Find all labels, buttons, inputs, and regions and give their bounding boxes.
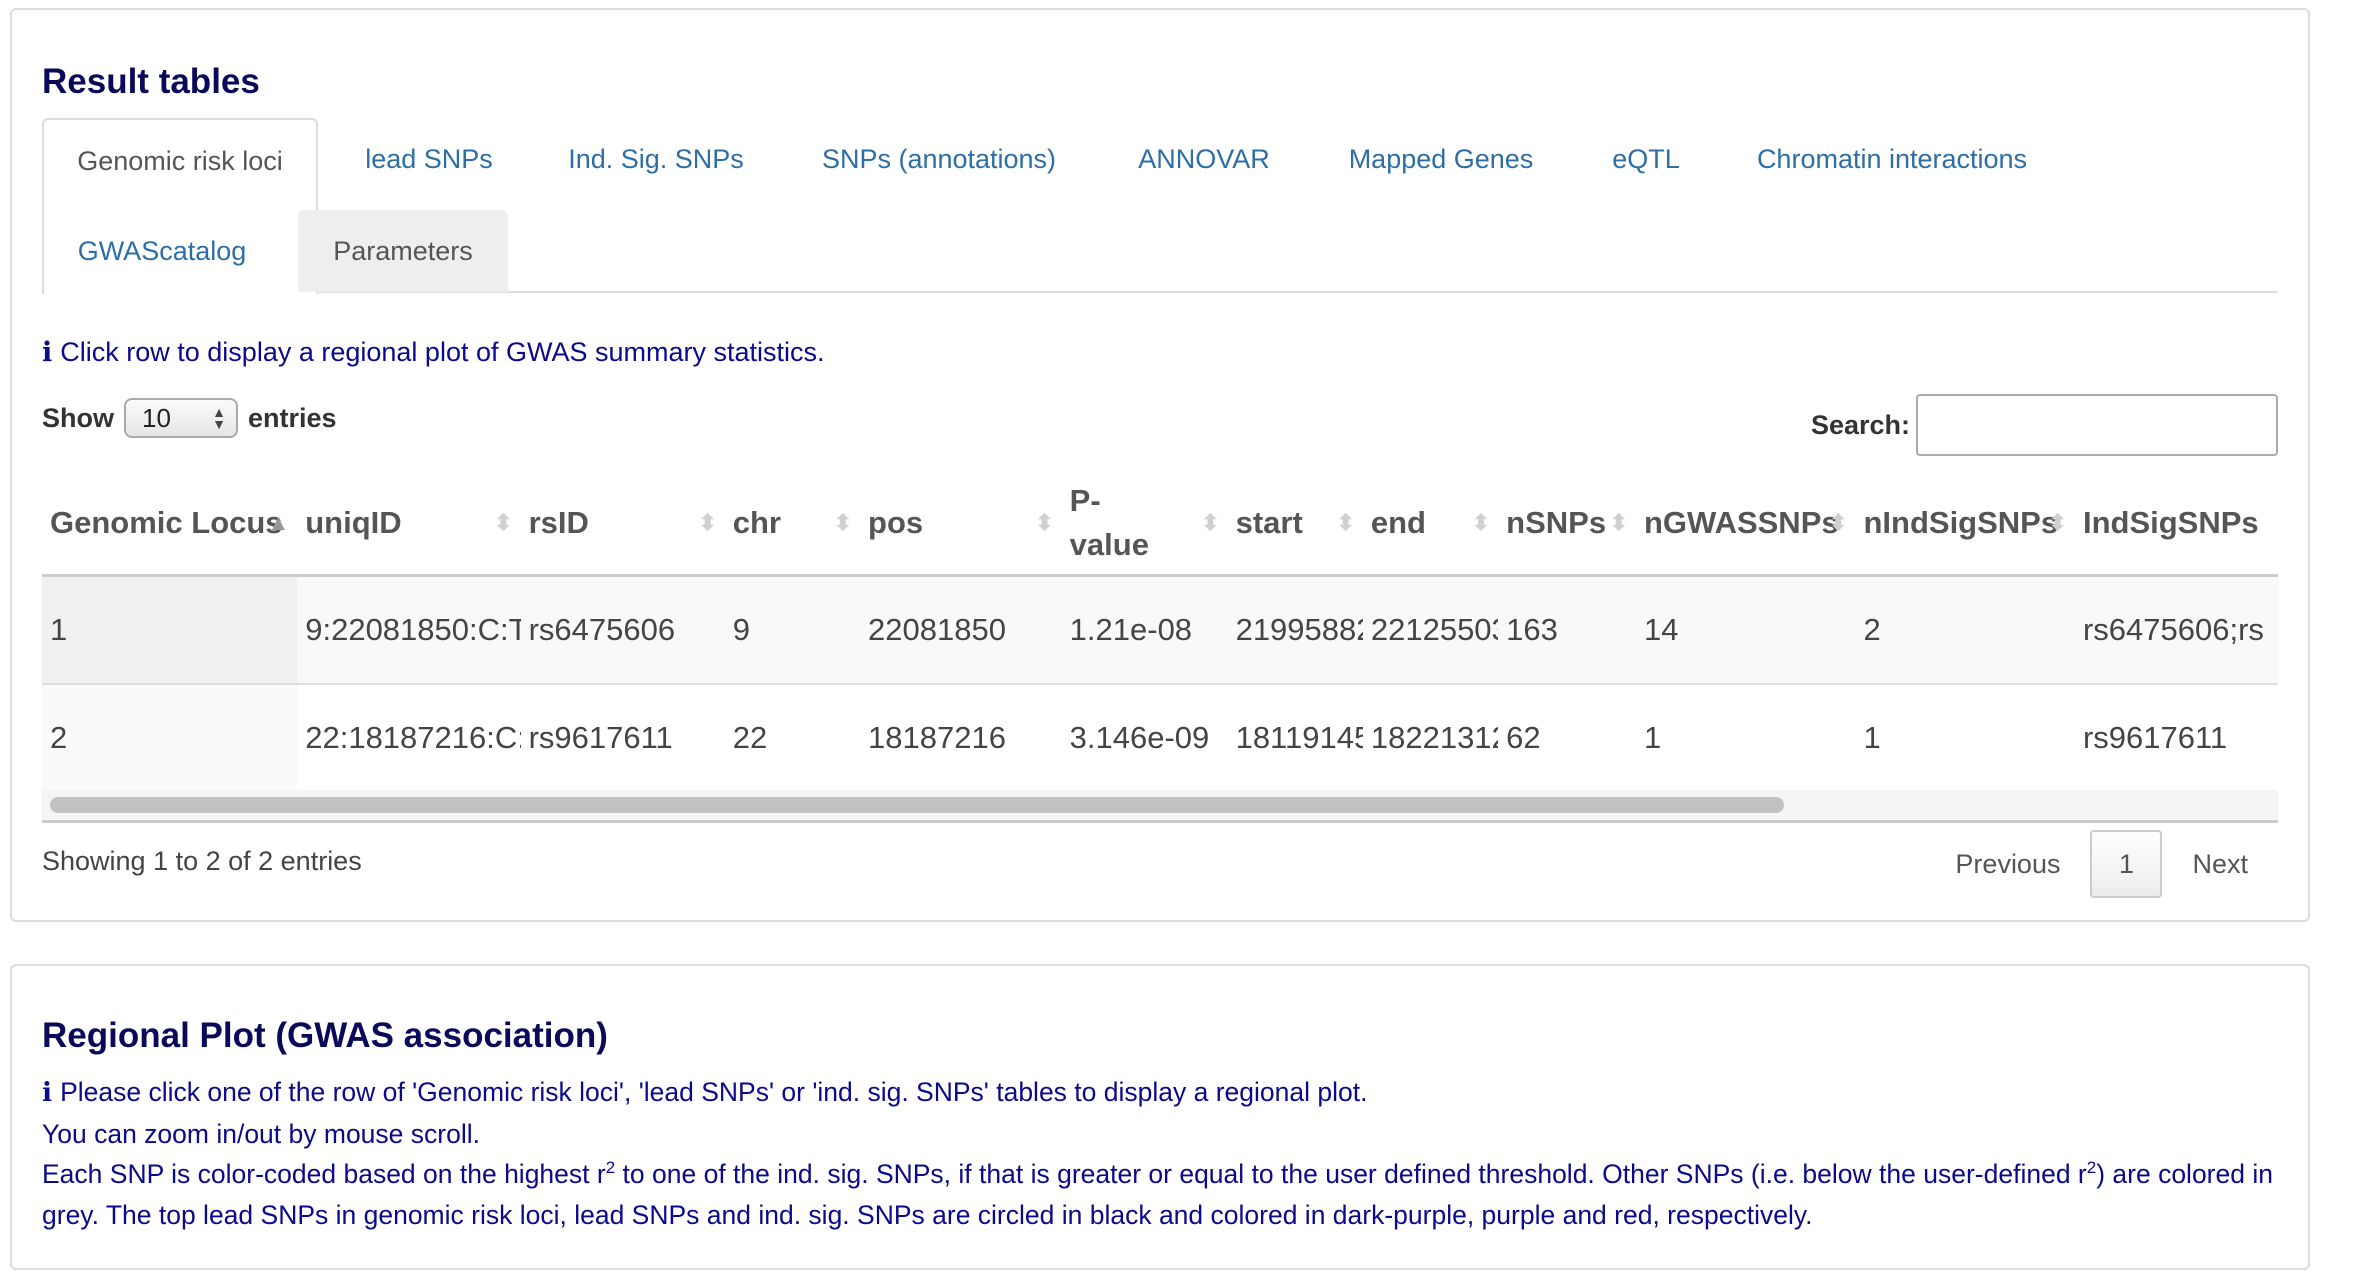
sort-icon: ⬍ — [1471, 510, 1491, 535]
column-header-end[interactable]: end ⬍ — [1363, 472, 1498, 576]
sort-icon: ⬍ — [1336, 510, 1355, 535]
tab-gwascatalog[interactable]: GWAScatalog — [42, 210, 282, 292]
table-cell: 18187216 — [860, 684, 1062, 792]
scrollbar-thumb[interactable] — [50, 797, 1784, 813]
column-header-p-value[interactable]: P-value ⬍ — [1062, 472, 1228, 576]
pagination: Previous 1 Next — [1925, 830, 2278, 898]
column-header-indsigsnps[interactable]: IndSigSNPs⬍ — [2075, 472, 2278, 576]
table-row[interactable]: 1 9:22081850:C:T rs6475606 9 22081850 1.… — [42, 575, 2278, 684]
table-search: Search: — [1811, 394, 2278, 456]
horizontal-scrollbar[interactable] — [42, 790, 2278, 823]
column-header-ngwassnps[interactable]: nGWASSNPs ⬍ — [1636, 472, 1856, 576]
tab-eqtl[interactable]: eQTL — [1588, 118, 1704, 200]
regional-plot-notes: i Please click one of the row of 'Genomic… — [42, 1072, 2282, 1235]
tab-lead-snps[interactable]: lead SNPs — [336, 118, 522, 200]
sort-icon: ⬍ — [1201, 510, 1220, 535]
column-header-uniqid[interactable]: uniqID ⬍ — [297, 472, 520, 576]
table-cell: 9 — [724, 575, 861, 684]
table-cell: 62 — [1498, 684, 1636, 792]
info-icon: i — [42, 337, 53, 368]
table-cell: 2 — [1855, 575, 2075, 684]
tab-mapped-genes[interactable]: Mapped Genes — [1316, 118, 1566, 200]
result-tabs: Genomic risk loci lead SNPs Ind. Sig. SN… — [42, 118, 2278, 294]
table-cell: rs6475606;rs — [2074, 575, 2278, 684]
entries-label: entries — [248, 402, 337, 433]
sort-icon: ⬍ — [1829, 510, 1848, 535]
table-cell: 2 — [42, 684, 298, 792]
plot-note-colors: Each SNP is color-coded based on the hig… — [42, 1158, 2273, 1230]
table-cell: 1 — [1855, 684, 2075, 792]
tab-annovar[interactable]: ANNOVAR — [1112, 118, 1296, 200]
next-page-button[interactable]: Next — [2162, 849, 2278, 880]
entries-length-control: Show 10 ▲ ▼ entries — [42, 398, 337, 438]
tab-parameters[interactable]: Parameters — [298, 210, 508, 292]
sort-icon: ⬍ — [2048, 510, 2067, 535]
info-icon: i — [42, 1077, 53, 1108]
plot-note-click: i Please click one of the row of 'Genomic… — [42, 1077, 1368, 1108]
table-cell: 14 — [1635, 575, 1856, 684]
result-tables-panel: Result tables Genomic risk loci lead SNP… — [10, 8, 2310, 922]
sort-icon: ⬍ — [833, 510, 853, 535]
table-cell: 9:22081850:C:T — [297, 575, 521, 684]
regional-plot-panel: Regional Plot (GWAS association) i Please… — [10, 964, 2310, 1270]
search-input[interactable] — [1916, 394, 2278, 456]
sort-icon: ⬍ — [494, 510, 513, 535]
tab-ind-sig-snps[interactable]: Ind. Sig. SNPs — [542, 118, 770, 200]
table-cell: rs6475606 — [520, 575, 725, 684]
regional-plot-title: Regional Plot (GWAS association) — [42, 1016, 608, 1055]
table-cell: 21995882 — [1227, 575, 1363, 684]
table-cell: 1 — [1635, 684, 1856, 792]
table-cell: 18221312 — [1362, 684, 1499, 792]
tab-chromatin-interactions[interactable]: Chromatin interactions — [1722, 118, 2062, 200]
entries-select-value: 10 — [142, 402, 171, 433]
table-cell: 3.146e-09 — [1061, 684, 1228, 792]
genomic-risk-loci-table: Genomic Locus ▲ uniqID ⬍ rsID ⬍ chr ⬍ pos ⬍ P… — [42, 472, 2278, 793]
table-cell: 22125503 — [1362, 575, 1499, 684]
column-header-nsnps[interactable]: nSNPs ⬍ — [1498, 472, 1636, 576]
sort-icon: ⬍ — [1035, 510, 1054, 535]
table-row[interactable]: 2 22:18187216:C:T rs9617611 22 18187216 … — [42, 684, 2278, 792]
plot-note-zoom: You can zoom in/out by mouse scroll. — [42, 1118, 480, 1149]
column-header-rsid[interactable]: rsID ⬍ — [521, 472, 725, 576]
sort-asc-icon: ▲ — [267, 510, 290, 535]
column-header-nindsigsnps[interactable]: nIndSigSNPs ⬍ — [1855, 472, 2075, 576]
search-label: Search: — [1810, 409, 1910, 440]
column-header-pos[interactable]: pos ⬍ — [860, 472, 1062, 576]
sort-icon: ⬍ — [698, 510, 717, 535]
table-cell: rs9617611 — [520, 684, 725, 792]
entries-select[interactable]: 10 ▲ ▼ — [124, 398, 238, 438]
table-cell: rs9617611 — [2074, 684, 2278, 792]
show-label: Show — [42, 402, 114, 433]
column-header-chr[interactable]: chr ⬍ — [725, 472, 860, 576]
column-header-genomic-locus[interactable]: Genomic Locus ▲ — [42, 472, 297, 576]
sort-icon: ⬍ — [1609, 510, 1628, 535]
result-tables-title: Result tables — [42, 62, 260, 101]
table-header-row: Genomic Locus ▲ uniqID ⬍ rsID ⬍ chr ⬍ pos ⬍ P… — [42, 472, 2278, 576]
table-cell: 22081850 — [860, 575, 1062, 684]
tab-snps-annotations[interactable]: SNPs (annotations) — [788, 118, 1090, 200]
table-cell: 163 — [1498, 575, 1636, 684]
table-cell: 22 — [724, 684, 861, 792]
column-header-start[interactable]: start ⬍ — [1228, 472, 1363, 576]
previous-page-button[interactable]: Previous — [1925, 849, 2090, 880]
genomic-risk-loci-table-wrapper: Genomic Locus ▲ uniqID ⬍ rsID ⬍ chr ⬍ pos ⬍ P… — [42, 472, 2278, 822]
table-cell: 22:18187216:C:T — [297, 684, 521, 792]
table-cell: 18119145 — [1227, 684, 1363, 792]
select-arrows-icon: ▲ ▼ — [212, 404, 226, 432]
table-cell: 1 — [42, 575, 298, 684]
info-text: Click row to display a regional plot of … — [60, 337, 825, 367]
table-info-message: i Click row to display a regional plot of… — [42, 337, 825, 368]
table-info-count: Showing 1 to 2 of 2 entries — [42, 846, 362, 876]
page-1-button[interactable]: 1 — [2090, 830, 2163, 898]
table-cell: 1.21e-08 — [1061, 575, 1228, 684]
